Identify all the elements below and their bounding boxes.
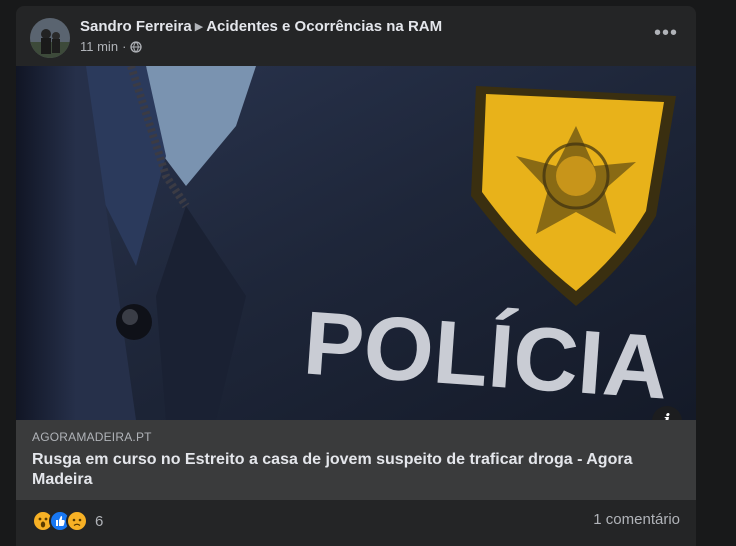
post-card: Sandro Ferreira ▶ Acidentes e Ocorrências … (16, 6, 696, 546)
link-title[interactable]: Rusga em curso no Estreito a casa de jov… (32, 450, 672, 490)
author-name[interactable]: Sandro Ferreira (80, 18, 192, 35)
group-name[interactable]: Acidentes e Ocorrências na RAM (206, 18, 442, 35)
more-options-button[interactable]: ••• (652, 23, 680, 46)
post-author-line: Sandro Ferreira ▶ Acidentes e Ocorrências … (80, 18, 442, 35)
globe-icon (130, 40, 143, 53)
link-preview[interactable]: AGORAMADEIRA.PT Rusga em curso no Estrei… (16, 420, 696, 500)
post-time[interactable]: 11 min (80, 39, 118, 54)
post-photo[interactable]: POLÍCIA i (16, 66, 696, 420)
post-meta: 11 min · (80, 39, 143, 54)
caret-right-icon: ▶ (194, 21, 204, 33)
avatar[interactable] (30, 18, 70, 58)
meta-separator: · (122, 39, 127, 54)
reaction-count: 6 (95, 512, 104, 530)
post-header: Sandro Ferreira ▶ Acidentes e Ocorrências … (16, 6, 696, 66)
reactions-summary[interactable]: 6 (32, 510, 103, 532)
comments-count-link[interactable]: 1 comentário (593, 511, 680, 528)
link-domain: AGORAMADEIRA.PT (32, 430, 152, 444)
sad-icon (66, 510, 88, 532)
